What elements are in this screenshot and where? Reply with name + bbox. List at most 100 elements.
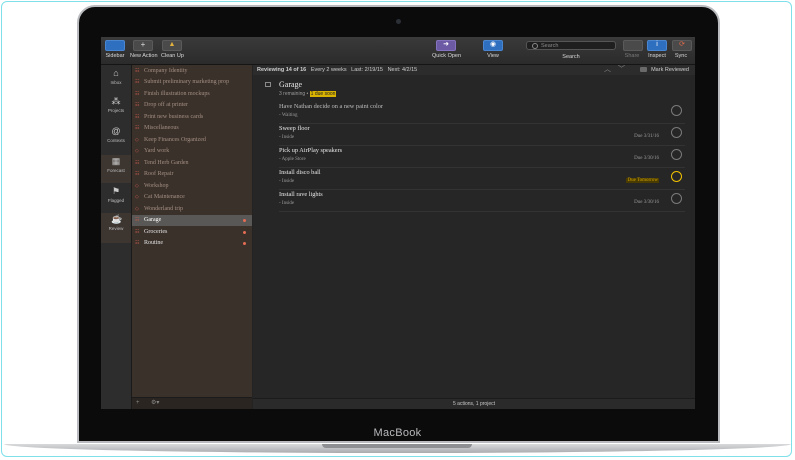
due-soon-badge: 1 due soon <box>309 91 337 97</box>
single-action-icon: ◇ <box>135 149 139 154</box>
share-button[interactable]: Share <box>623 40 643 59</box>
inspect-button[interactable]: i Inspect <box>647 40 667 59</box>
action-list-icon: ☷ <box>135 172 140 177</box>
status-checkbox[interactable] <box>671 171 682 182</box>
search-label: Search <box>556 54 586 60</box>
gear-menu-button[interactable]: ⚙▾ <box>151 398 159 409</box>
action-list-icon: ☷ <box>135 80 140 85</box>
search-input[interactable]: Search <box>526 41 616 50</box>
status-checkbox[interactable] <box>671 193 682 204</box>
action-title[interactable]: Install rave lights <box>279 191 323 198</box>
perspective-review[interactable]: ☕ Review <box>101 213 131 243</box>
perspective-projects[interactable]: ⁂ Projects <box>101 97 131 119</box>
review-interval: Every 2 weeks <box>310 67 347 73</box>
new-action-button[interactable]: + New Action <box>130 40 158 59</box>
project-title[interactable]: Garage <box>279 80 302 89</box>
table-row[interactable]: Install rave lights - Inside Due 3/30/16 <box>279 189 685 212</box>
next-review-button[interactable]: ﹀ <box>618 65 625 75</box>
perspective-flagged[interactable]: ⚑ Flagged <box>101 187 131 209</box>
list-item[interactable]: ◇ Wonderland trip <box>132 204 252 215</box>
perspective-label: Inbox <box>110 80 122 85</box>
list-item[interactable]: ☷ Print new business cards <box>132 112 252 123</box>
action-list-icon: ☷ <box>135 92 140 97</box>
list-item[interactable]: ☷ Tend Herb Garden <box>132 158 252 169</box>
quick-open-label: Quick Open <box>432 53 462 59</box>
laptop-notch <box>322 444 472 448</box>
sidebar-label: Sidebar <box>105 53 125 59</box>
action-title[interactable]: Have Nathan decide on a new paint color <box>279 103 383 110</box>
table-row[interactable]: Install disco ball - Inside Due Tomorrow <box>279 167 685 190</box>
list-item[interactable]: ◇ Workshop <box>132 181 252 192</box>
list-item[interactable]: ☷ Garage <box>132 215 252 226</box>
list-item[interactable]: ☷ Routine <box>132 238 252 249</box>
single-action-icon: ◇ <box>135 138 139 143</box>
app-window: Sidebar + New Action ▲ Clean Up ➜ Quick … <box>101 37 695 409</box>
inbox-icon: ⌂ <box>113 68 119 78</box>
list-item[interactable]: ☷ Roof Repair <box>132 169 252 180</box>
project-label: Company Identity <box>144 68 188 74</box>
sync-icon: ⟳ <box>672 40 692 51</box>
list-item[interactable]: ◇ Yard work <box>132 146 252 157</box>
list-item[interactable]: ☷ Finish illustration mockups <box>132 89 252 100</box>
list-item[interactable]: ◇ Keep Finances Organized <box>132 135 252 146</box>
flag-icon: ⚑ <box>111 186 121 196</box>
add-project-button[interactable]: + <box>136 398 140 409</box>
clean-up-label: Clean Up <box>161 53 184 59</box>
action-list-icon: ☷ <box>135 115 140 120</box>
perspective-forecast[interactable]: ▦ Forecast <box>101 155 131 183</box>
status-checkbox[interactable] <box>671 127 682 138</box>
remaining-count: 3 remaining <box>279 91 306 97</box>
view-button[interactable]: ◉ View <box>483 40 503 59</box>
list-item[interactable]: ☷ Drop off at printer <box>132 100 252 111</box>
mark-reviewed-icon <box>640 67 647 72</box>
action-list-icon: ☷ <box>135 103 140 108</box>
mark-reviewed-button[interactable]: Mark Reviewed <box>651 65 689 75</box>
project-label: Cat Maintenance <box>144 194 185 200</box>
search-caption: Search <box>562 54 580 60</box>
action-context: - Apple Store <box>279 157 306 162</box>
action-due: Due 3/30/16 <box>634 200 659 205</box>
review-progress: Reviewing 14 of 16 <box>257 67 307 73</box>
new-action-label: New Action <box>130 53 158 59</box>
project-label: Miscellaneous <box>144 125 179 131</box>
list-item[interactable]: ☷ Groceries <box>132 227 252 238</box>
action-list-icon: ☷ <box>135 126 140 131</box>
list-item[interactable]: ☷ Miscellaneous <box>132 123 252 134</box>
project-label: Print new business cards <box>144 114 204 120</box>
search-icon <box>532 43 538 49</box>
action-list-icon: ☷ <box>135 241 140 246</box>
meta-separator: • <box>305 91 310 97</box>
sidebar-button[interactable]: Sidebar <box>105 40 125 59</box>
action-title[interactable]: Pick up AirPlay speakers <box>279 147 342 154</box>
info-icon: i <box>647 40 667 51</box>
clean-up-button[interactable]: ▲ Clean Up <box>161 40 184 59</box>
projects-icon: ⁂ <box>111 96 121 106</box>
action-title[interactable]: Install disco ball <box>279 169 321 176</box>
device-brand: MacBook <box>373 427 422 439</box>
quick-open-button[interactable]: ➜ Quick Open <box>432 40 462 59</box>
action-context: - Inside <box>279 135 295 140</box>
project-list: ☷ Company Identity ☷ Submit preliminary ma… <box>132 65 252 397</box>
action-title[interactable]: Sweep floor <box>279 125 310 132</box>
list-item[interactable]: ☷ Company Identity <box>132 66 252 77</box>
project-label: Workshop <box>144 183 169 189</box>
project-label: Drop off at printer <box>144 102 189 108</box>
table-row[interactable]: Have Nathan decide on a new paint color … <box>279 101 685 124</box>
sidebar-footer: + ⚙▾ <box>132 397 252 409</box>
review-bar: Reviewing 14 of 16 Every 2 weeks Last: 2… <box>253 65 695 75</box>
table-row[interactable]: Sweep floor - Inside Due 3/31/16 <box>279 123 685 146</box>
table-row[interactable]: Pick up AirPlay speakers - Apple Store D… <box>279 145 685 168</box>
review-icon: ☕ <box>111 214 123 224</box>
perspective-contexts[interactable]: @ Contexts <box>101 127 131 149</box>
status-checkbox[interactable] <box>671 105 682 116</box>
project-meta: 3 remaining • 1 due soon <box>279 91 337 97</box>
list-item[interactable]: ☷ Submit preliminary marketing prop <box>132 77 252 88</box>
action-due: Due 3/30/16 <box>634 156 659 161</box>
perspective-inbox[interactable]: ⌂ Inbox <box>101 69 131 91</box>
sidebar-icon <box>105 40 125 51</box>
project-label: Keep Finances Organized <box>144 137 206 143</box>
list-item[interactable]: ◇ Cat Maintenance <box>132 192 252 203</box>
sync-button[interactable]: ⟳ Sync <box>672 40 692 59</box>
previous-review-button[interactable]: ︿ <box>604 65 611 75</box>
status-checkbox[interactable] <box>671 149 682 160</box>
